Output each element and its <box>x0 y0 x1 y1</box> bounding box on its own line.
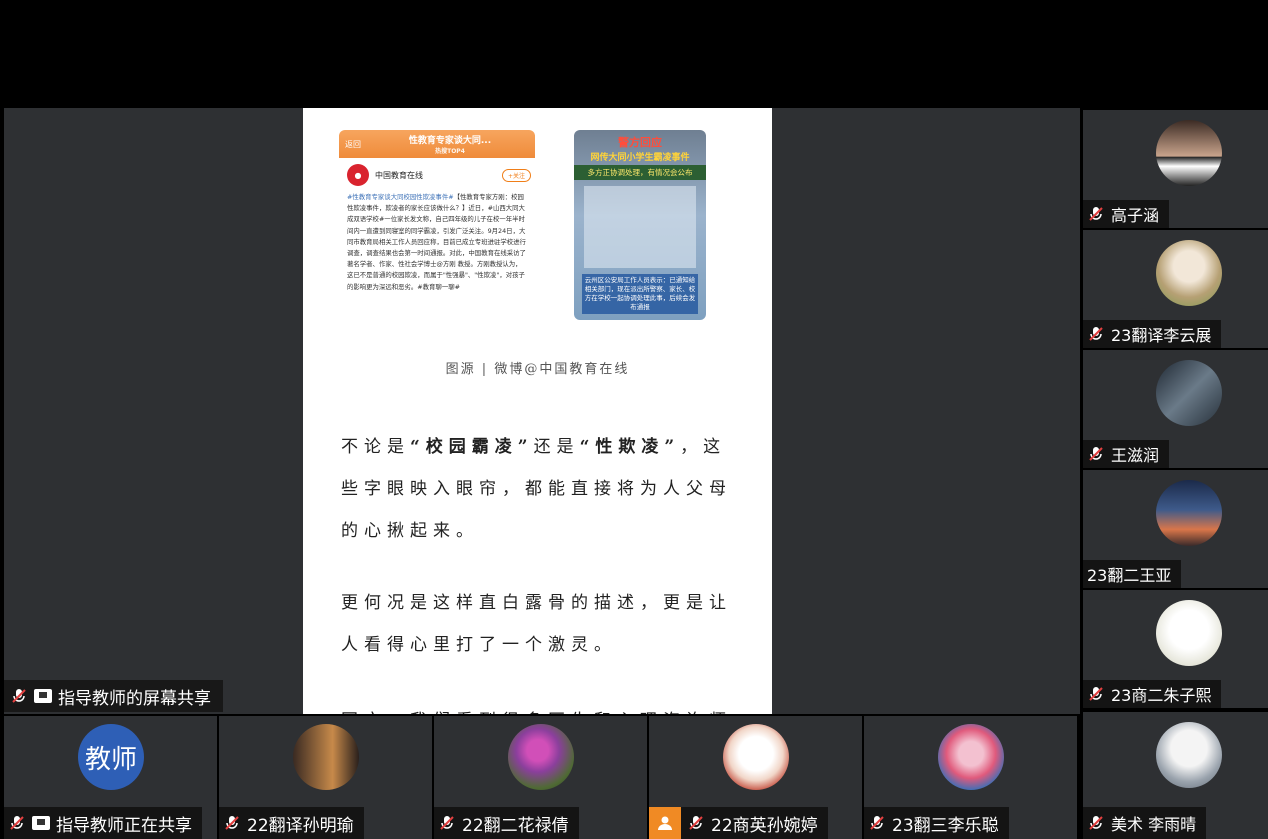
participant-label: 23商二朱子熙 <box>1083 680 1222 708</box>
screen-share-text: 指导教师的屏幕共享 <box>58 688 211 709</box>
participant-name: 22翻二花禄倩 <box>462 815 569 836</box>
muted-mic-icon <box>440 816 454 830</box>
avatar <box>938 724 1004 790</box>
image-credit: 图源 | 微博@中国教育在线 <box>445 362 630 377</box>
participant-name: 美术 李雨晴 <box>1111 815 1197 834</box>
avatar <box>1156 480 1222 546</box>
participant-tile[interactable]: 22翻二花禄倩 <box>434 716 647 839</box>
weibo-account-name: 中国教育在线 <box>375 170 423 180</box>
avatar <box>1156 600 1222 666</box>
news-document-image <box>584 186 696 268</box>
participant-name: 王滋润 <box>1111 446 1160 465</box>
muted-mic-icon <box>1089 687 1103 701</box>
avatar <box>1156 240 1222 306</box>
paragraph-2: 更何况是这样直白露骨的描述，更是让人看得心里打了一个激灵。 <box>341 593 732 655</box>
weibo-back: 返回 <box>345 139 361 149</box>
participant-label: 王滋润 <box>1083 440 1170 468</box>
news-headline-1: 警方回应 <box>618 136 662 149</box>
weibo-body: #性教育专家谈大同校园性欺凌事件#【性教育专家方刚：校园性欺凌事件，欺凌者的家长… <box>339 190 535 295</box>
muted-mic-icon <box>689 816 703 830</box>
participant-label: 22翻译孙明瑜 <box>219 807 364 839</box>
muted-mic-icon <box>1089 816 1103 830</box>
participant-name: 22商英孙婉婷 <box>711 815 818 836</box>
weibo-account: ● 中国教育在线 +关注 <box>339 158 535 190</box>
participant-label: 高子涵 <box>1083 200 1170 228</box>
participant-name: 23翻译李云展 <box>1111 326 1212 345</box>
avatar <box>508 724 574 790</box>
participant-label: 指导教师正在共享 <box>4 807 202 839</box>
participant-tile[interactable]: 王滋润 <box>1083 350 1268 468</box>
participant-label: 23翻二王亚 <box>1083 560 1182 588</box>
participant-label: 22翻二花禄倩 <box>434 807 579 839</box>
participant-tile[interactable]: 23翻译李云展 <box>1083 230 1268 348</box>
avatar <box>1156 722 1222 788</box>
participant-name: 高子涵 <box>1111 206 1160 225</box>
news-headline-3: 多方正协调处理，有情况会公布 <box>574 165 706 180</box>
muted-mic-icon <box>12 689 26 703</box>
muted-mic-icon <box>10 816 24 830</box>
participant-name: 23翻二王亚 <box>1087 566 1172 585</box>
participant-name: 23翻三李乐聪 <box>892 815 999 836</box>
participant-tile[interactable]: 教师 指导教师正在共享 <box>4 716 217 839</box>
participant-tile[interactable]: 23翻二王亚 <box>1083 470 1268 588</box>
news-headline-2: 网传大同小学生霸凌事件 <box>590 153 690 163</box>
muted-mic-icon <box>225 816 239 830</box>
participant-name: 22翻译孙明瑜 <box>247 815 354 836</box>
weibo-header: 返回 性教育专家谈大同... 热搜TOP4 <box>339 130 535 158</box>
shared-document[interactable]: 返回 性教育专家谈大同... 热搜TOP4 ● 中国教育在线 +关注 #性教育专… <box>303 108 772 714</box>
muted-mic-icon <box>1089 447 1103 461</box>
weibo-screenshot: 返回 性教育专家谈大同... 热搜TOP4 ● 中国教育在线 +关注 #性教育专… <box>339 130 535 344</box>
weibo-text: 【性教育专家方刚：校园性欺凌事件，欺凌者的家长应该做什么？】近日，#山西大同大成… <box>347 193 526 291</box>
participant-name: 23商二朱子熙 <box>1111 686 1212 705</box>
shared-screen-view[interactable]: 返回 性教育专家谈大同... 热搜TOP4 ● 中国教育在线 +关注 #性教育专… <box>4 108 1080 714</box>
screen-share-label: 指导教师的屏幕共享 <box>4 680 223 712</box>
avatar <box>1156 120 1222 186</box>
news-screenshot: 警方回应 网传大同小学生霸凌事件 多方正协调处理，有情况会公布 云州区公安局工作… <box>574 130 706 320</box>
avatar <box>723 724 789 790</box>
weibo-follow: +关注 <box>501 168 531 182</box>
screen-share-icon <box>32 816 50 830</box>
participant-label: 23翻译李云展 <box>1083 320 1222 348</box>
participant-label: 23翻三李乐聪 <box>864 807 1009 839</box>
muted-mic-icon <box>1089 207 1103 221</box>
top-black-band <box>0 0 1268 108</box>
participant-tile[interactable]: 美术 李雨晴 <box>1083 712 1268 839</box>
news-caption: 云州区公安局工作人员表示：已通知给相关部门，现在派出所警察、家长、校方在学校一起… <box>582 274 698 314</box>
paragraph-3: 同文，我们看到很多医生和心理咨询师 <box>341 700 741 714</box>
muted-mic-icon <box>1089 327 1103 341</box>
weibo-subtitle: 热搜TOP4 <box>435 147 465 155</box>
participant-label: 美术 李雨晴 <box>1083 807 1207 839</box>
participant-tile[interactable]: 22翻译孙明瑜 <box>219 716 432 839</box>
participant-tile[interactable]: 23商二朱子熙 <box>1083 590 1268 708</box>
avatar <box>293 724 359 790</box>
screen-share-icon <box>34 689 52 703</box>
teacher-avatar: 教师 <box>78 724 144 790</box>
participant-tile[interactable]: 23翻三李乐聪 <box>864 716 1077 839</box>
participant-tile[interactable]: 22商英孙婉婷 <box>649 716 862 839</box>
participant-label: 22商英孙婉婷 <box>649 807 828 839</box>
weibo-hashtag: #性教育专家谈大同校园性欺凌事件# <box>347 193 454 201</box>
participant-tile[interactable]: 高子涵 <box>1083 110 1268 228</box>
weibo-title: 性教育专家谈大同... <box>408 135 492 146</box>
weibo-account-logo: ● <box>347 164 369 186</box>
participant-name: 指导教师正在共享 <box>56 815 192 836</box>
person-icon <box>649 807 681 839</box>
muted-mic-icon <box>870 816 884 830</box>
paragraph-1: 不论是“校园霸凌”还是“性欺凌”，这些字眼映入眼帘，都能直接将为人父母的心揪起来… <box>341 437 732 541</box>
avatar <box>1156 360 1222 426</box>
